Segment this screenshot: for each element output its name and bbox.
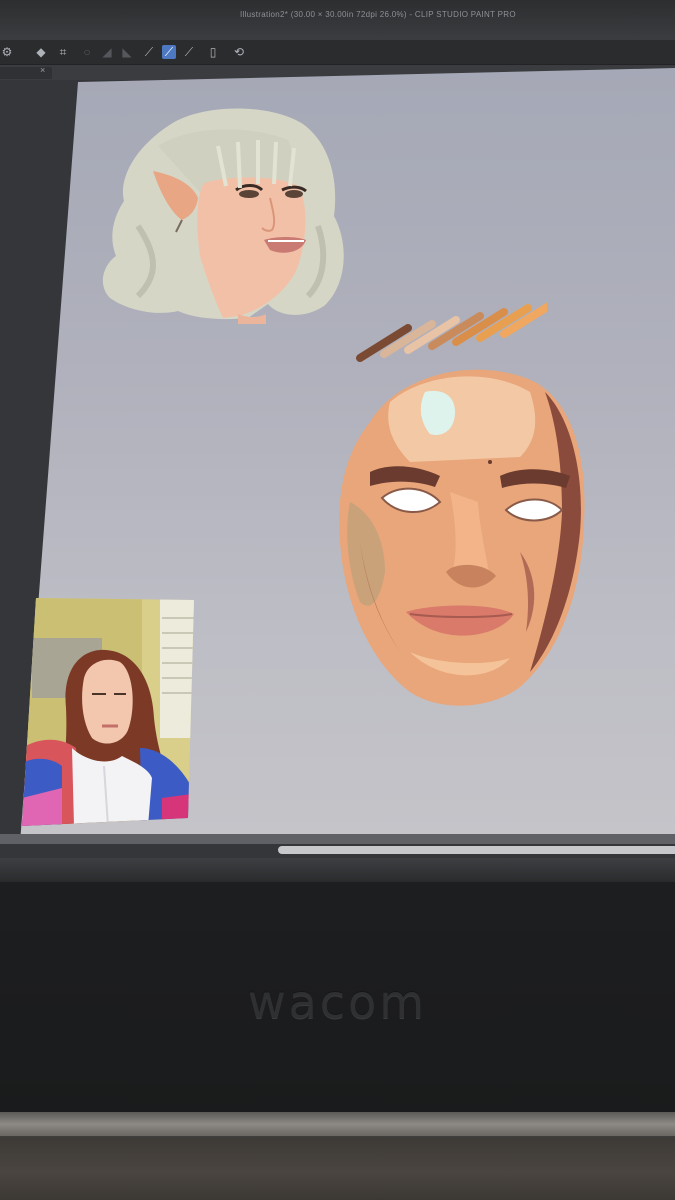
fill-icon[interactable]: ◆ — [34, 45, 48, 59]
tablet-edge — [0, 1112, 675, 1136]
undo-icon[interactable]: ○ — [80, 45, 94, 59]
video-frame — [22, 598, 194, 826]
tab-close-icon[interactable]: × — [40, 65, 45, 75]
tablet-screen: Illustration2* (30.00 × 30.00in 72dpi 26… — [0, 0, 675, 882]
pen-line-icon[interactable]: ⟋ — [142, 45, 156, 59]
gear-icon[interactable]: ⚙ — [0, 45, 14, 59]
title-bar: Illustration2* (30.00 × 30.00in 72dpi 26… — [0, 0, 675, 36]
desk-surface — [0, 1130, 675, 1200]
canvas-bottom-strip — [0, 834, 675, 844]
transform-icon[interactable]: ⌗ — [56, 45, 70, 59]
screen-bottom-edge — [0, 858, 675, 882]
blank-icon: ◣ — [122, 45, 132, 59]
color-swatch-strokes — [356, 302, 547, 362]
ruler-icon[interactable]: ▯ — [206, 45, 220, 59]
self-view-video — [22, 598, 194, 826]
redo-icon[interactable]: ◢ — [100, 45, 114, 59]
elf-portrait-painting — [102, 108, 344, 324]
horizontal-scrollbar[interactable] — [278, 846, 675, 854]
pen-alt-icon[interactable]: ⟋ — [182, 45, 196, 59]
settings-icon[interactable]: ⟲ — [232, 45, 246, 59]
window-title: Illustration2* (30.00 × 30.00in 72dpi 26… — [240, 10, 516, 19]
wacom-logo: wacom — [247, 975, 428, 1029]
stylized-face-painting — [339, 369, 585, 706]
pen-active-icon[interactable]: ⟋ — [162, 45, 176, 59]
